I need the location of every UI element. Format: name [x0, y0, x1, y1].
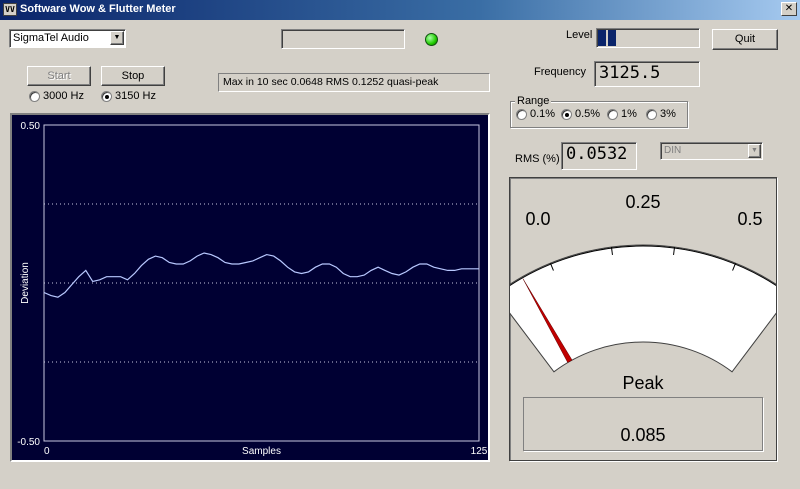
radio-range-0-1[interactable] [516, 109, 527, 120]
x-axis-label: Samples [242, 446, 281, 457]
range-label: Range [515, 95, 552, 107]
chevron-down-icon[interactable]: ▼ [748, 144, 761, 158]
level-bar-fill [598, 30, 618, 46]
weighting-select[interactable]: DIN ▼ [660, 142, 763, 160]
device-select[interactable]: SigmaTel Audio ▼ [9, 29, 126, 48]
rms-display: 0.0532 [561, 142, 637, 170]
title-bar: VV Software Wow & Flutter Meter ✕ [0, 0, 800, 20]
stop-button[interactable]: Stop [101, 66, 165, 86]
x-tick-label: 125 [471, 446, 488, 457]
status-field [281, 29, 405, 49]
close-button[interactable]: ✕ [781, 2, 797, 16]
deviation-chart-svg: 0.50 -0.50 0 125 Samples Deviation [17, 121, 488, 457]
max-rms-status: Max in 10 sec 0.0648 RMS 0.1252 quasi-pe… [218, 73, 490, 92]
radio-range-3[interactable] [646, 109, 657, 120]
radio-3150hz-label: 3150 Hz [115, 90, 156, 102]
meter-panel: 0.0 0.25 0.5 Peak 0.085 [509, 177, 777, 461]
x-tick-label: 0 [44, 446, 50, 457]
peak-label: Peak [622, 373, 664, 393]
status-led [425, 33, 438, 46]
radio-range-0-5-label: 0.5% [575, 108, 601, 120]
radio-3150hz[interactable] [101, 91, 112, 102]
deviation-chart: 0.50 -0.50 0 125 Samples Deviation [10, 113, 490, 462]
app-icon[interactable]: VV [3, 3, 17, 16]
rms-label: RMS (%) [515, 153, 560, 165]
radio-range-1-label: 1% [621, 108, 637, 120]
y-tick-label: 0.50 [21, 121, 41, 132]
meter-scale-label: 0.0 [525, 209, 550, 229]
frequency-label: Frequency [534, 66, 586, 78]
device-select-value: SigmaTel Audio [13, 32, 89, 44]
level-bar [596, 28, 700, 48]
deviation-series-line [43, 252, 479, 298]
frequency-display: 3125.5 [594, 61, 700, 87]
level-label: Level [566, 29, 593, 41]
peak-box: 0.085 [523, 397, 763, 451]
weighting-select-value: DIN [664, 145, 682, 156]
radio-range-1[interactable] [607, 109, 618, 120]
quit-button[interactable]: Quit [712, 29, 778, 50]
radio-range-3-label: 3% [660, 108, 676, 120]
y-axis-label: Deviation [20, 262, 31, 304]
plot-area [43, 124, 480, 442]
start-button[interactable]: Start [27, 66, 91, 86]
radio-range-0-1-label: 0.1% [530, 108, 556, 120]
peak-value: 0.085 [620, 425, 666, 445]
meter-scale-label: 0.5 [737, 209, 762, 229]
radio-3000hz-label: 3000 Hz [43, 90, 84, 102]
radio-3000hz[interactable] [29, 91, 40, 102]
radio-range-0-5[interactable] [561, 109, 572, 120]
window-title: Software Wow & Flutter Meter [20, 3, 176, 15]
meter-scale-label: 0.25 [625, 192, 660, 212]
y-tick-label: -0.50 [17, 437, 40, 448]
chevron-down-icon[interactable]: ▼ [110, 31, 124, 45]
